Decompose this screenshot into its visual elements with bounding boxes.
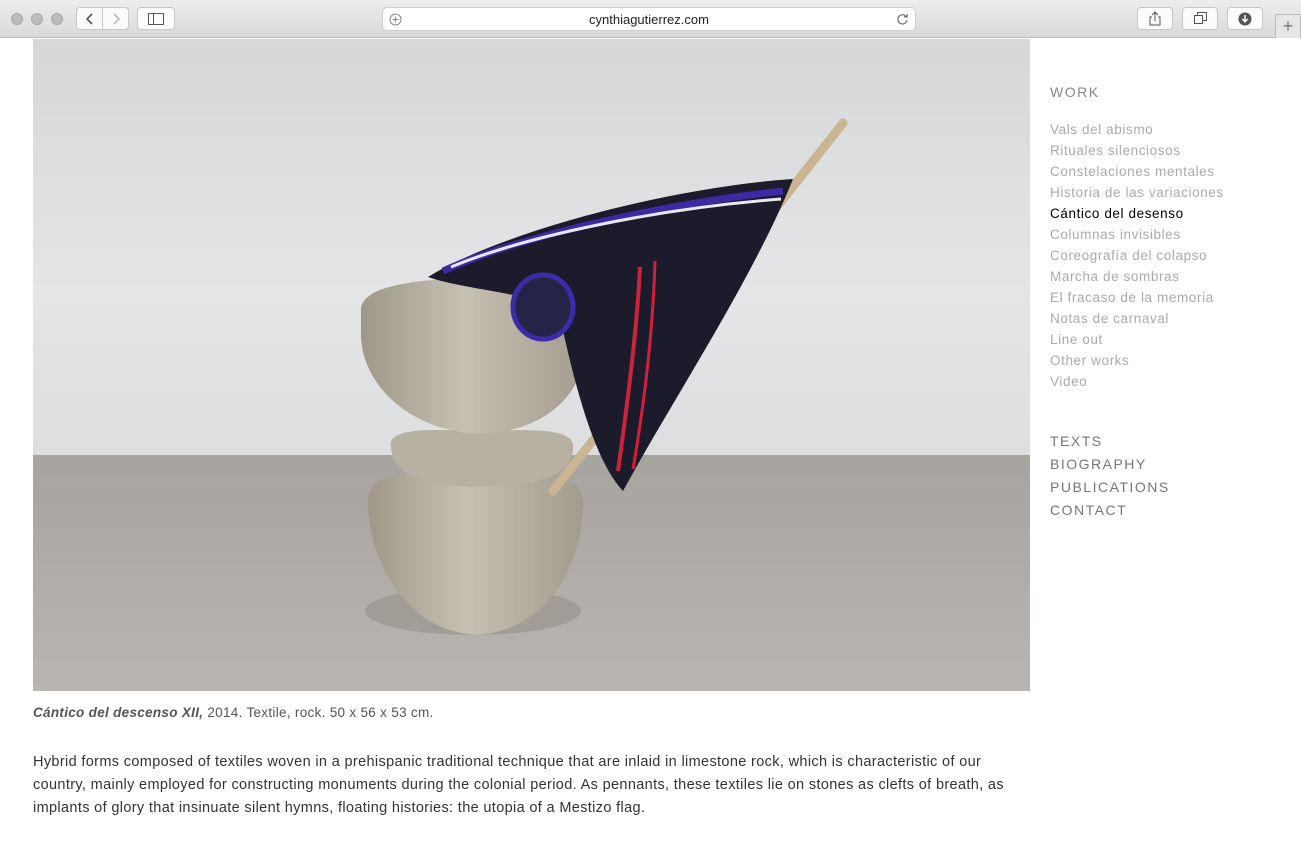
work-link[interactable]: Coreografía del colapso — [1050, 245, 1290, 266]
share-button[interactable] — [1137, 7, 1173, 30]
tabs-overview-icon — [1193, 12, 1207, 24]
artwork-details: 2014. Textile, rock. 50 x 56 x 53 cm. — [203, 705, 434, 720]
sidebar-toggle-button[interactable] — [137, 7, 175, 30]
download-icon — [1238, 12, 1252, 25]
artwork-title: Cántico del descenso XII, — [33, 705, 204, 720]
work-link[interactable]: Constelaciones mentales — [1050, 161, 1290, 182]
nav-work-heading[interactable]: WORK — [1050, 84, 1290, 100]
artwork-photo — [33, 39, 1030, 691]
plus-icon: + — [1282, 16, 1294, 36]
browser-toolbar: cynthiagutierrez.com + — [0, 0, 1301, 38]
nav-texts-link[interactable]: TEXTS — [1050, 430, 1290, 453]
work-link[interactable]: Other works — [1050, 350, 1290, 371]
work-link[interactable]: Video — [1050, 371, 1290, 392]
back-button[interactable] — [76, 7, 103, 30]
site-navigation: WORK Vals del abismo Rituales silencioso… — [1050, 84, 1290, 522]
work-link[interactable]: Line out — [1050, 329, 1290, 350]
minimize-window-button[interactable] — [31, 13, 43, 25]
address-bar[interactable]: cynthiagutierrez.com — [382, 7, 916, 31]
nav-sections: TEXTS BIOGRAPHY PUBLICATIONS CONTACT — [1050, 430, 1290, 522]
work-link[interactable]: El fracaso de la memoria — [1050, 287, 1290, 308]
new-tab-button[interactable]: + — [1275, 14, 1301, 38]
reload-icon[interactable] — [896, 12, 909, 26]
nav-biography-link[interactable]: BIOGRAPHY — [1050, 453, 1290, 476]
artwork-description: Hybrid forms composed of textiles woven … — [33, 754, 1004, 816]
nav-contact-link[interactable]: CONTACT — [1050, 499, 1290, 522]
work-link[interactable]: Historia de las variaciones — [1050, 182, 1290, 203]
forward-button[interactable] — [102, 7, 129, 30]
show-tabs-button[interactable] — [1182, 7, 1218, 30]
artwork-caption: Cántico del descenso XII, 2014. Textile,… — [33, 705, 434, 720]
work-link[interactable]: Vals del abismo — [1050, 119, 1290, 140]
url-text: cynthiagutierrez.com — [589, 12, 709, 27]
work-link[interactable]: Notas de carnaval — [1050, 308, 1290, 329]
zoom-window-button[interactable] — [51, 13, 63, 25]
work-list: Vals del abismo Rituales silenciosos Con… — [1050, 119, 1290, 392]
work-link[interactable]: Rituales silenciosos — [1050, 140, 1290, 161]
chevron-right-icon — [112, 12, 120, 25]
nav-publications-link[interactable]: PUBLICATIONS — [1050, 476, 1290, 499]
work-link-active[interactable]: Cántico del desenso — [1050, 203, 1290, 224]
sidebar-icon — [148, 12, 164, 25]
work-link[interactable]: Marcha de sombras — [1050, 266, 1290, 287]
share-icon — [1149, 11, 1161, 26]
chevron-left-icon — [85, 12, 93, 25]
close-window-button[interactable] — [11, 13, 23, 25]
work-link[interactable]: Columnas invisibles — [1050, 224, 1290, 245]
downloads-button[interactable] — [1227, 7, 1263, 30]
